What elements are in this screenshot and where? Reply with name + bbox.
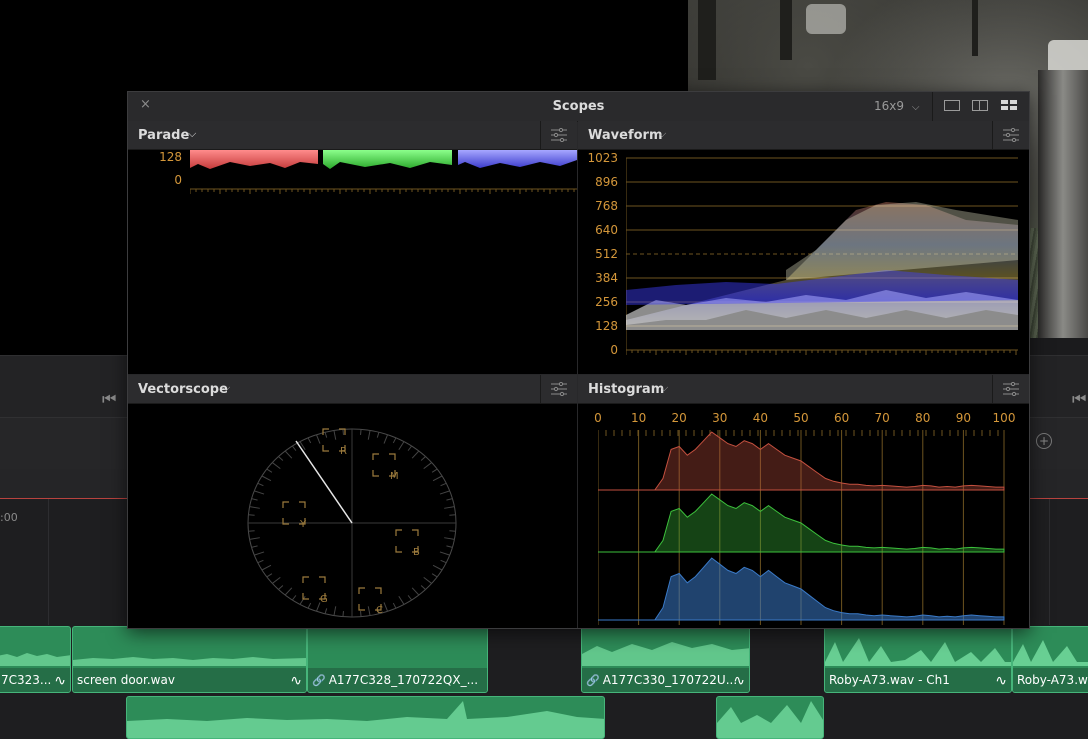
y-label: 0 bbox=[174, 173, 182, 187]
y-label: 128 bbox=[159, 150, 182, 164]
scope-settings-button[interactable] bbox=[540, 375, 577, 403]
audio-clip[interactable]: Roby-A73.wav bbox=[1012, 626, 1088, 693]
clip-label: Roby-A73.wav - Ch1 bbox=[825, 668, 1011, 692]
chevron-down-icon[interactable]: ⌵ bbox=[222, 381, 230, 395]
svg-text:M: M bbox=[390, 471, 399, 482]
scope-settings-button[interactable] bbox=[992, 375, 1029, 403]
vectorscope-display: R M Y B G C bbox=[128, 404, 577, 628]
clip-label: 🔗 A177C328_170722QX_... bbox=[308, 668, 487, 692]
audio-clip[interactable]: 7C323... ∿ bbox=[0, 626, 71, 693]
svg-text:Y: Y bbox=[299, 519, 307, 530]
y-label: 384 bbox=[595, 271, 618, 285]
volume-curve-icon[interactable]: ∿ bbox=[290, 673, 302, 689]
panel-header: Vectorscope ⌵ bbox=[128, 375, 577, 404]
x-label: 70 bbox=[874, 411, 890, 425]
vector-target-M: M bbox=[372, 453, 399, 482]
vectorscope-panel: Vectorscope ⌵ R M Y B G C bbox=[128, 375, 577, 628]
go-to-start-button-right[interactable]: ⏮ bbox=[1072, 389, 1086, 409]
x-label: 30 bbox=[712, 411, 728, 425]
svg-text:G: G bbox=[320, 594, 328, 605]
chevron-down-icon[interactable]: ⌵ bbox=[188, 127, 196, 141]
waveform-display: 1023 896 768 640 512 384 256 128 0 bbox=[578, 150, 1029, 374]
y-label: 896 bbox=[595, 175, 618, 189]
panel-title[interactable]: Parade bbox=[138, 128, 189, 143]
sliders-icon bbox=[1003, 128, 1019, 142]
volume-curve-icon[interactable]: ∿ bbox=[733, 673, 745, 689]
y-label: 256 bbox=[595, 295, 618, 309]
audio-clip[interactable]: 🔗 A177C328_170722QX_... bbox=[307, 626, 488, 693]
audio-clip-lower[interactable] bbox=[126, 696, 605, 739]
y-label: 640 bbox=[595, 223, 618, 237]
y-label: 512 bbox=[595, 247, 618, 261]
svg-text:B: B bbox=[413, 547, 420, 558]
sliders-icon bbox=[551, 382, 567, 396]
sliders-icon bbox=[551, 128, 567, 142]
panel-title[interactable]: Vectorscope bbox=[138, 382, 228, 397]
parade-panel: Parade ⌵ 128 0 bbox=[128, 121, 577, 374]
scope-settings-button[interactable] bbox=[992, 121, 1029, 149]
add-track-button[interactable]: + bbox=[1036, 433, 1052, 449]
vector-target-Y: Y bbox=[282, 501, 307, 530]
vector-target-B: B bbox=[395, 529, 420, 558]
y-label: 128 bbox=[595, 319, 618, 333]
x-label: 60 bbox=[833, 411, 850, 425]
layout-double-icon[interactable] bbox=[972, 100, 988, 111]
x-label: 50 bbox=[793, 411, 809, 425]
x-label: 20 bbox=[671, 411, 687, 425]
chevron-down-icon[interactable]: ⌵ bbox=[660, 381, 668, 395]
clip-label: 🔗 A177C330_170722U... bbox=[582, 668, 749, 692]
audio-clip[interactable]: screen door.wav ∿ bbox=[72, 626, 307, 693]
audio-clip-lower[interactable] bbox=[716, 696, 824, 739]
x-label: 90 bbox=[955, 411, 972, 425]
svg-text:C: C bbox=[376, 605, 383, 616]
panel-header: Parade ⌵ bbox=[128, 121, 577, 150]
timecode-label: :00 bbox=[0, 511, 18, 524]
x-label: 80 bbox=[915, 411, 931, 425]
x-label: 10 bbox=[630, 411, 647, 425]
vector-target-G: G bbox=[302, 576, 328, 605]
panel-title[interactable]: Histogram bbox=[588, 382, 664, 397]
panel-header: Histogram ⌵ bbox=[578, 375, 1029, 404]
audio-clip[interactable]: Roby-A73.wav - Ch1 ∿ bbox=[824, 626, 1012, 693]
parade-display: 128 0 bbox=[128, 150, 577, 374]
histogram-display: 0 10 20 30 40 50 60 70 80 90 100 bbox=[578, 404, 1029, 628]
histogram-panel: Histogram ⌵ 0 10 20 30 40 50 60 70 80 90 100 bbox=[578, 375, 1029, 628]
volume-curve-icon[interactable]: ∿ bbox=[54, 673, 66, 689]
link-icon: 🔗 bbox=[312, 674, 326, 687]
vector-target-C: C bbox=[358, 587, 383, 616]
waveform-panel: Waveform ⌵ 1023 896 768 640 512 384 256 128 0 bbox=[578, 121, 1029, 374]
panel-title[interactable]: Waveform bbox=[588, 128, 662, 143]
x-label: 100 bbox=[992, 411, 1016, 425]
svg-text:R: R bbox=[340, 446, 347, 457]
clip-label: screen door.wav bbox=[73, 668, 306, 692]
aspect-dropdown[interactable]: 16x9 ⌵ bbox=[874, 99, 919, 113]
link-icon: 🔗 bbox=[586, 674, 600, 687]
scopes-titlebar[interactable]: × Scopes 16x9 ⌵ bbox=[128, 92, 1029, 122]
x-label: 0 bbox=[594, 411, 602, 425]
chevron-down-icon[interactable]: ⌵ bbox=[658, 127, 666, 141]
audio-clip[interactable]: 🔗 A177C330_170722U... ∿ bbox=[581, 626, 750, 693]
layout-single-icon[interactable] bbox=[944, 100, 960, 111]
x-label: 40 bbox=[752, 411, 769, 425]
panel-header: Waveform ⌵ bbox=[578, 121, 1029, 150]
y-label: 768 bbox=[595, 199, 618, 213]
layout-quad-icon[interactable] bbox=[1001, 100, 1018, 111]
clip-label: Roby-A73.wav bbox=[1013, 668, 1088, 692]
sliders-icon bbox=[1003, 382, 1019, 396]
go-to-start-button[interactable]: ⏮ bbox=[102, 389, 116, 409]
chevron-down-icon: ⌵ bbox=[911, 102, 920, 113]
scopes-window[interactable]: × Scopes 16x9 ⌵ Parade ⌵ 128 0 Waveform … bbox=[127, 91, 1030, 629]
y-label: 0 bbox=[610, 343, 618, 357]
volume-curve-icon[interactable]: ∿ bbox=[995, 673, 1007, 689]
scope-settings-button[interactable] bbox=[540, 121, 577, 149]
y-label: 1023 bbox=[587, 151, 618, 165]
